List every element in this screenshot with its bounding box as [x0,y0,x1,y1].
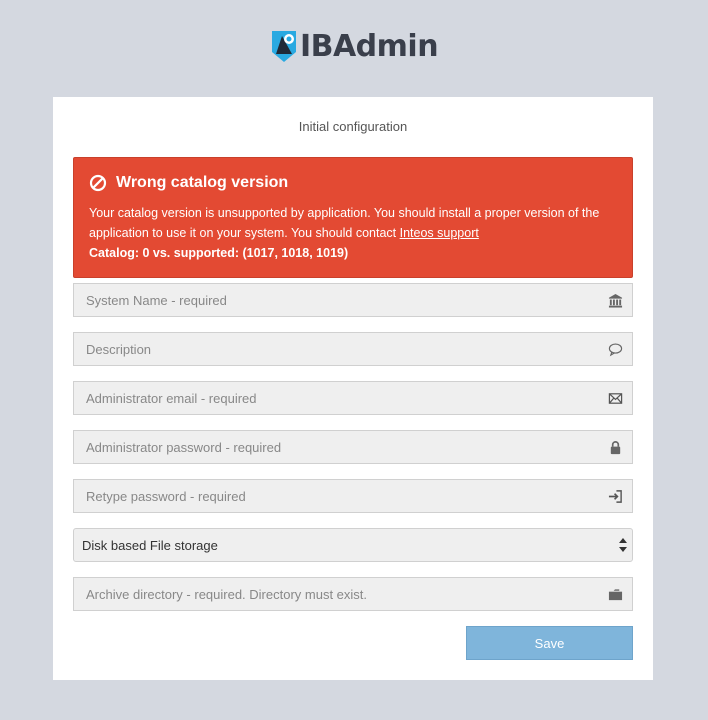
page-title: Initial configuration [298,119,408,134]
support-link[interactable]: Inteos support [400,226,479,240]
select-arrows-icon [619,538,627,552]
admin-email-input[interactable] [74,382,598,414]
description-input[interactable] [74,333,598,365]
alert-detail: Catalog: 0 vs. supported: (1017, 1018, 1… [89,246,349,260]
alert-message: Your catalog version is unsupported by a… [89,206,600,240]
alert-title: Wrong catalog version [116,174,289,191]
app-logo: IBAdmin [0,28,708,64]
config-panel: Initial configuration Wrong catalog vers… [53,97,653,680]
bank-icon [598,284,632,316]
system-name-input[interactable] [74,284,598,316]
storage-select[interactable]: Disk based File storage [73,528,633,562]
envelope-icon [598,382,632,414]
save-button[interactable]: Save [466,626,633,660]
retype-password-input[interactable] [74,480,598,512]
alert-header: Wrong catalog version [89,174,288,192]
description-field [73,332,633,366]
ban-icon [89,174,107,192]
alert-body: Your catalog version is unsupported by a… [89,203,614,263]
admin-password-input[interactable] [74,431,598,463]
admin-password-field [73,430,633,464]
system-name-field [73,283,633,317]
lock-icon [598,431,632,463]
storage-selected-value: Disk based File storage [82,537,218,553]
login-icon [598,480,632,512]
admin-email-field [73,381,633,415]
folder-icon [598,578,632,610]
comment-icon [598,333,632,365]
archive-directory-field [73,577,633,611]
app-name: IBAdmin [299,28,439,64]
archive-directory-input[interactable] [74,578,598,610]
ibadmin-logo-icon [271,31,296,62]
retype-password-field [73,479,633,513]
error-alert: Wrong catalog version Your catalog versi… [73,157,633,278]
